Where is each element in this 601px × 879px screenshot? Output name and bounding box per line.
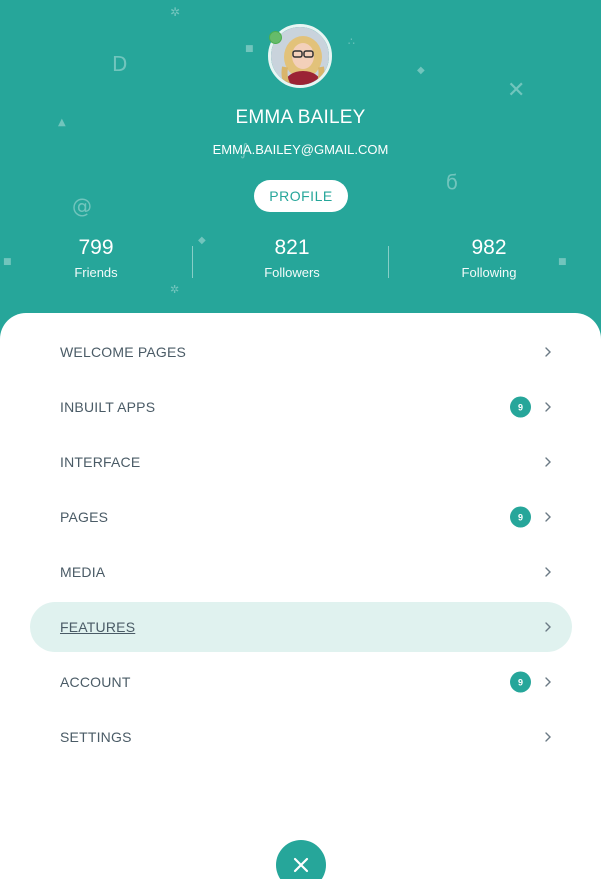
stat-divider [192, 246, 193, 278]
square-left-decoration-icon: ■ [3, 257, 12, 267]
menu-item-interface[interactable]: INTERFACE [30, 437, 572, 487]
menu-item-label: FEATURES [60, 619, 136, 635]
user-email: EMMA.BAILEY@GMAIL.COM [212, 142, 389, 157]
stat-divider [388, 246, 389, 278]
menu-item-settings[interactable]: SETTINGS [30, 712, 572, 762]
chevron-right-icon [545, 347, 551, 357]
stat-followers[interactable]: 821 Followers [232, 236, 352, 280]
stat-label: Friends [74, 265, 118, 280]
sparkle-decoration-icon: ✲ [170, 5, 181, 19]
diamond-decoration-icon: ◆ [417, 65, 425, 76]
user-name: EMMA BAILEY [235, 107, 366, 128]
stat-friends[interactable]: 799 Friends [36, 236, 156, 280]
chevron-right-icon [545, 402, 551, 412]
stat-value: 982 [471, 236, 507, 259]
menu-item-inbuilt-apps[interactable]: INBUILT APPS 9 [30, 382, 572, 432]
menu-item-label: ACCOUNT [60, 674, 131, 690]
profile-button[interactable]: PROFILE [254, 180, 348, 212]
chevron-right-icon [545, 457, 551, 467]
menu-item-label: MEDIA [60, 564, 106, 580]
sparkle-small-decoration-icon: ✲ [170, 283, 180, 296]
profile-header: ✲ D ■ ∴ ◆ ✕ ▲ ∫ ϭ @ ◆ ■ ■ ✲ EMMA BAILEY … [0, 0, 601, 340]
stat-value: 799 [78, 236, 114, 259]
spiral-decoration-icon: @ [72, 194, 92, 218]
menu-item-label: INBUILT APPS [60, 399, 156, 415]
menu-item-label: INTERFACE [60, 454, 141, 470]
menu-item-label: PAGES [60, 509, 109, 525]
chevron-right-icon [545, 512, 551, 522]
stat-label: Followers [264, 265, 320, 280]
stat-following[interactable]: 982 Following [429, 236, 549, 280]
menu-item-label: SETTINGS [60, 729, 132, 745]
swirl-decoration-icon: ϭ [446, 170, 459, 194]
online-status-indicator [269, 31, 282, 44]
square-right-decoration-icon: ■ [558, 257, 567, 267]
diamond-small-decoration-icon: ◆ [198, 235, 206, 246]
menu-item-features[interactable]: FEATURES [30, 602, 572, 652]
menu-item-pages[interactable]: PAGES 9 [30, 492, 572, 542]
menu-item-account[interactable]: ACCOUNT 9 [30, 657, 572, 707]
stat-value: 821 [274, 236, 310, 259]
cross-decoration-icon: ✕ [507, 78, 526, 103]
chevron-right-icon [545, 622, 551, 632]
moon-decoration-icon: D [112, 52, 128, 76]
chevron-right-icon [545, 677, 551, 687]
close-icon [293, 857, 309, 873]
menu-item-label: WELCOME PAGES [60, 344, 187, 360]
stat-label: Following [461, 265, 517, 280]
square-decoration-icon: ■ [245, 44, 254, 54]
count-badge: 9 [510, 671, 531, 693]
chevron-right-icon [545, 567, 551, 577]
count-badge: 9 [510, 506, 531, 528]
menu-item-welcome-pages[interactable]: WELCOME PAGES [30, 327, 572, 377]
chevron-right-icon [545, 732, 551, 742]
menu-item-media[interactable]: MEDIA [30, 547, 572, 597]
dots-decoration-icon: ∴ [348, 35, 355, 48]
count-badge: 9 [510, 396, 531, 418]
